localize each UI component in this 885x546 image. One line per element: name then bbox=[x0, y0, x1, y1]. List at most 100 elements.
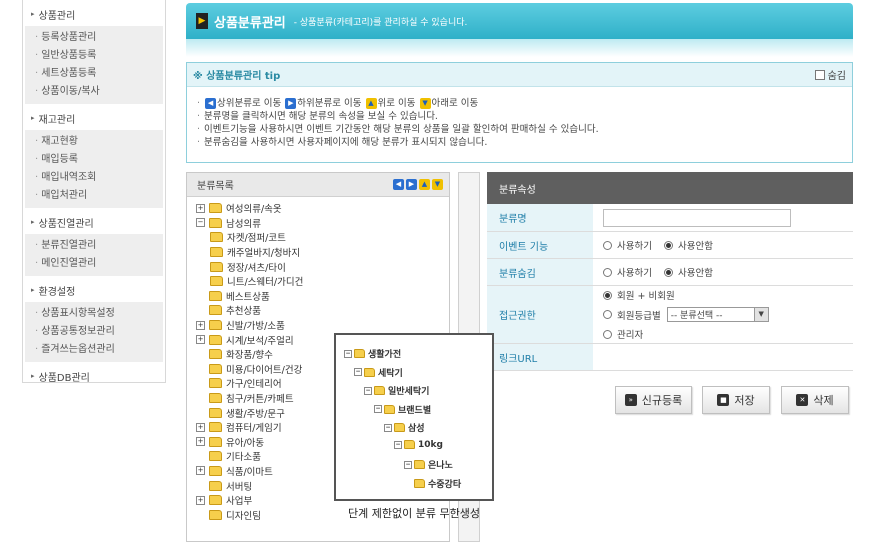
bullet: · bbox=[35, 136, 39, 147]
sidebar-item[interactable]: · 메인진열관리 bbox=[25, 255, 163, 273]
page-subtitle: - 상품분류(카테고리)를 관리하실 수 있습니다. bbox=[293, 17, 468, 28]
tree-node[interactable]: 추천상품 bbox=[196, 303, 449, 318]
expand-icon[interactable]: + bbox=[196, 320, 205, 330]
collapse-icon: − bbox=[394, 440, 402, 449]
bullet: · bbox=[35, 154, 39, 165]
bullet: · bbox=[35, 50, 39, 61]
link-value[interactable] bbox=[593, 344, 853, 370]
expand-icon[interactable]: + bbox=[196, 335, 205, 345]
access-all-radio[interactable]: 회원 + 비회원 bbox=[603, 288, 769, 302]
sidebar-group-label: 환경설정 bbox=[38, 286, 76, 298]
sidebar-group-title[interactable]: ▸ 상품DB관리 bbox=[23, 368, 165, 384]
sidebar-item[interactable]: · 상품공통정보관리 bbox=[25, 323, 163, 341]
delete-button[interactable]: ✕ 삭제 bbox=[781, 386, 849, 414]
folder-icon bbox=[209, 495, 222, 506]
tree-node[interactable]: + 신발/가방/소품 bbox=[196, 318, 449, 333]
tip-text-move-up: 위로 이동 bbox=[377, 98, 416, 109]
tip-text-up-level: 상위분류로 이동 bbox=[217, 98, 282, 109]
sidebar-item[interactable]: · 상품이동/복사 bbox=[25, 83, 163, 101]
expand-icon[interactable]: + bbox=[196, 466, 205, 476]
folder-icon bbox=[414, 460, 425, 469]
sidebar-item[interactable]: · 매입등록 bbox=[25, 151, 163, 169]
sidebar-group-label: 상품DB관리 bbox=[38, 372, 90, 384]
tree-node[interactable]: 자켓/점퍼/코트 bbox=[196, 230, 449, 245]
tree-node-label: 침구/커튼/카페트 bbox=[226, 394, 294, 406]
event-nouse-radio[interactable]: 사용안함 bbox=[663, 238, 713, 252]
sidebar-group-title[interactable]: ▸ 재고관리 bbox=[23, 110, 165, 126]
access-admin-radio[interactable]: 관리자 bbox=[603, 327, 769, 341]
hide-use-radio[interactable]: 사용하기 bbox=[603, 265, 652, 279]
tip-hide-toggle[interactable]: 숨김 bbox=[814, 67, 846, 82]
sidebar-item[interactable]: · 상품표시항목설정 bbox=[25, 305, 163, 323]
sidebar-item[interactable]: · 등록상품관리 bbox=[25, 29, 163, 47]
folder-icon bbox=[394, 423, 405, 432]
folder-icon bbox=[210, 232, 223, 243]
sidebar-item[interactable]: · 세트상품등록 bbox=[25, 65, 163, 83]
new-button-label: 신규등록 bbox=[641, 394, 683, 407]
callout-node-label: 삼성 bbox=[408, 424, 425, 434]
sidebar-item-label: 즐겨쓰는옵션관리 bbox=[41, 344, 115, 355]
sidebar-item[interactable]: · 매입처관리 bbox=[25, 187, 163, 205]
tree-node-label: 디자인팀 bbox=[226, 510, 261, 522]
move-up-button[interactable]: ▲ bbox=[419, 179, 430, 190]
move-parent-button[interactable]: ◀ bbox=[393, 179, 404, 190]
tree-node-label: 니트/스웨터/가디건 bbox=[227, 277, 304, 289]
folder-icon bbox=[209, 320, 222, 331]
tip-text-move-down: 아래로 이동 bbox=[431, 98, 479, 109]
grade-select[interactable]: -- 분류선택 -- ▼ bbox=[666, 307, 769, 322]
category-name-input[interactable] bbox=[603, 208, 791, 227]
access-all-label: 회원 + 비회원 bbox=[617, 291, 675, 302]
sidebar-group-title[interactable]: ▸ 환경설정 bbox=[23, 282, 165, 298]
sidebar-item-label: 재고현황 bbox=[41, 136, 78, 147]
access-grade-radio[interactable]: 회원등급별 -- 분류선택 -- ▼ bbox=[603, 307, 769, 322]
arrow-right-icon: ▶ bbox=[196, 13, 208, 29]
tree-node-label: 남성의류 bbox=[226, 218, 261, 230]
folder-icon bbox=[209, 378, 222, 389]
tip-line-3: · 이벤트기능을 사용하시면 이벤트 기간동안 해당 분류의 상품을 일괄 할인하… bbox=[197, 124, 599, 135]
hide-nouse-radio[interactable]: 사용안함 bbox=[663, 265, 713, 279]
sidebar-group-title[interactable]: ▸ 상품관리 bbox=[23, 6, 165, 22]
tree-node-label: 컴퓨터/게임기 bbox=[226, 423, 282, 435]
category-properties-panel: 분류속성 분류명 이벤트 기능 사용하기 사용안함 분류숨김 사용하기 사용안함… bbox=[487, 172, 853, 371]
collapse-icon[interactable]: − bbox=[196, 218, 205, 228]
callout-node-label: 10kg bbox=[418, 439, 443, 450]
expand-icon[interactable]: + bbox=[196, 422, 205, 432]
tree-node[interactable]: 니트/스웨터/가디건 bbox=[196, 274, 449, 289]
tree-node-label: 신발/가방/소품 bbox=[226, 321, 285, 333]
tree-node-label: 미용/다이어트/건강 bbox=[226, 364, 303, 376]
sidebar-item[interactable]: · 분류진열관리 bbox=[25, 237, 163, 255]
save-button[interactable]: ■ 저장 bbox=[702, 386, 770, 414]
hide-nouse-label: 사용안함 bbox=[677, 268, 713, 279]
sidebar-item[interactable]: · 즐겨쓰는옵션관리 bbox=[25, 341, 163, 359]
tree-node[interactable]: 베스트상품 bbox=[196, 289, 449, 304]
expand-icon[interactable]: + bbox=[196, 495, 205, 505]
sidebar-group-title[interactable]: ▸ 상품진열관리 bbox=[23, 214, 165, 230]
sidebar-item[interactable]: · 매입내역조회 bbox=[25, 169, 163, 187]
props-header: 분류속성 bbox=[487, 172, 853, 204]
tree-node[interactable]: 캐주얼바지/청바지 bbox=[196, 245, 449, 260]
sidebar-group-label: 재고관리 bbox=[38, 114, 76, 126]
folder-icon bbox=[210, 247, 223, 258]
folder-icon bbox=[364, 367, 375, 377]
tree-node[interactable]: − 남성의류 bbox=[196, 216, 449, 231]
tree-node[interactable]: + 여성의류/속옷 bbox=[196, 201, 449, 216]
bullet: · bbox=[35, 326, 39, 337]
event-use-radio[interactable]: 사용하기 bbox=[603, 238, 652, 252]
expand-icon[interactable]: + bbox=[196, 203, 205, 213]
sidebar-item[interactable]: · 재고현황 bbox=[25, 133, 163, 151]
sidebar-item-label: 매입내역조회 bbox=[41, 172, 97, 183]
sidebar-item[interactable]: · 일반상품등록 bbox=[25, 47, 163, 65]
hide-checkbox[interactable] bbox=[814, 69, 825, 80]
new-button[interactable]: » 신규등록 bbox=[615, 386, 692, 414]
move-down-button[interactable]: ▼ bbox=[432, 179, 443, 190]
sidebar-item-label: 매입등록 bbox=[41, 154, 78, 165]
sidebar-item-label: 분류진열관리 bbox=[41, 240, 97, 251]
tree-node-label: 추천상품 bbox=[226, 306, 261, 318]
move-child-button[interactable]: ▶ bbox=[406, 179, 417, 190]
row-name: 분류명 bbox=[487, 204, 853, 232]
expand-icon[interactable]: + bbox=[196, 437, 205, 447]
collapse-icon: − bbox=[354, 368, 362, 376]
tree-node[interactable]: 정장/셔츠/타이 bbox=[196, 259, 449, 274]
tree-node-label: 정장/셔츠/타이 bbox=[227, 262, 286, 274]
